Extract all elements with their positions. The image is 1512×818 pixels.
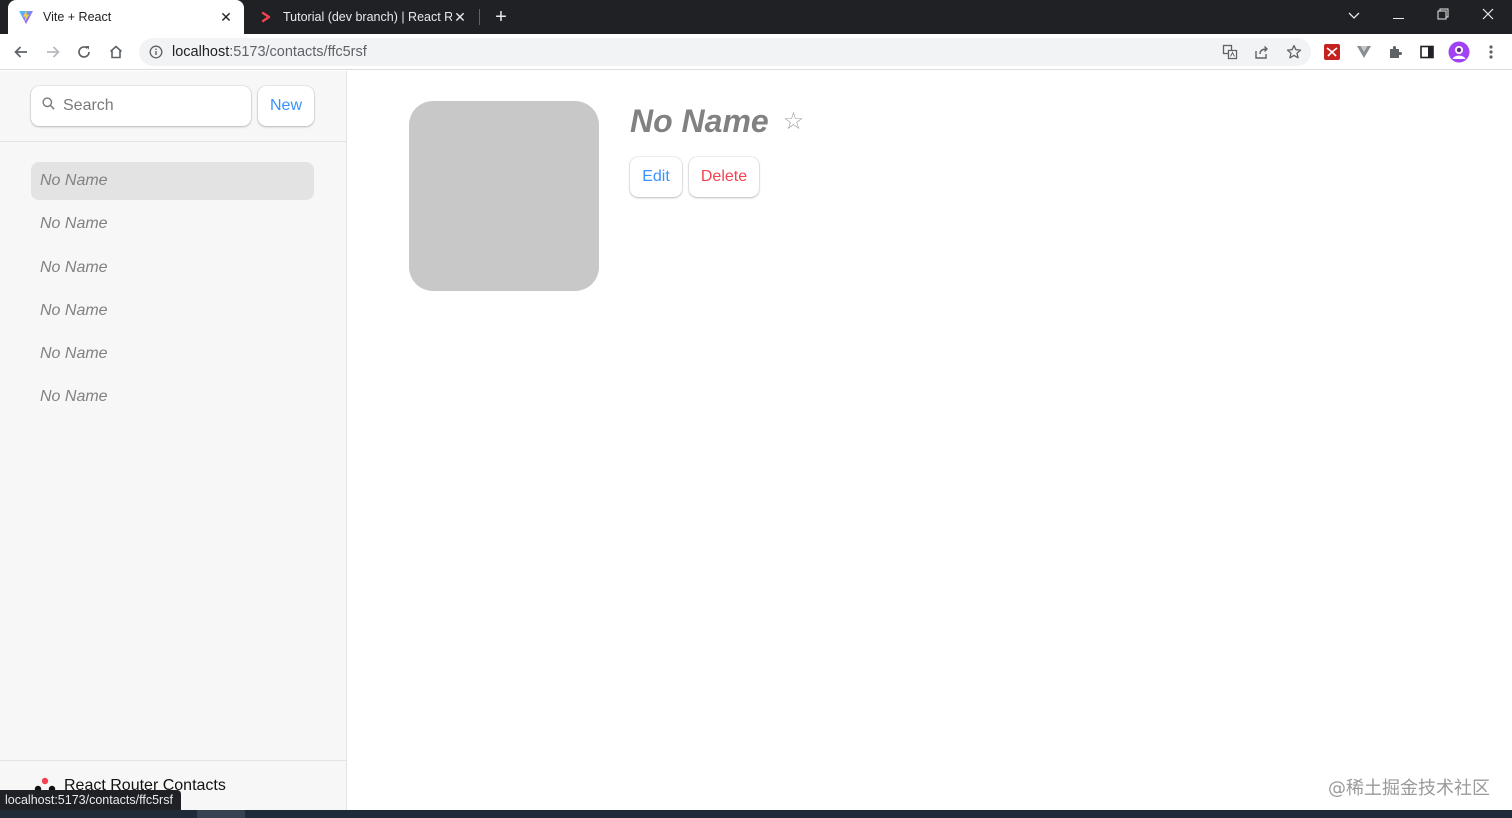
url-text: localhost:5173/contacts/ffc5rsf [172,44,367,60]
menu-kebab-icon[interactable] [1480,41,1502,63]
contact-name: No Name [630,103,769,139]
tab-separator [479,9,480,25]
url-host: localhost [172,44,230,60]
contact-list-item-name: No Name [40,301,108,319]
os-taskbar [0,810,1512,818]
contact-list-item[interactable]: No Name [31,292,314,330]
contact-avatar [409,101,599,291]
profile-avatar[interactable] [1448,41,1470,63]
home-icon[interactable] [102,38,130,66]
favorite-star-icon[interactable]: ☆ [783,107,805,136]
tab-search-icon[interactable] [1332,0,1376,30]
new-contact-button[interactable]: New [258,86,314,126]
search-form[interactable] [31,86,251,126]
share-icon[interactable] [1250,40,1274,64]
search-row: New [0,71,346,142]
contact-list-item-name: No Name [40,172,108,189]
browser-tab-strip: Vite + React ✕ Tutorial (dev branch) | R… [0,0,1512,34]
contact-name-heading: No Name ☆ [630,103,804,140]
contact-list-item-name: No Name [40,388,108,406]
contact-list-item-name: No Name [40,345,108,363]
search-icon [42,97,55,115]
bookmark-star-icon[interactable] [1282,40,1306,64]
contact-list-item-name: No Name [40,215,108,233]
extension-v-icon[interactable] [1353,41,1375,63]
tab-title: Tutorial (dev branch) | React Router [283,10,452,24]
contact-list-item[interactable]: No Name [31,335,314,373]
close-icon[interactable]: ✕ [218,9,234,25]
back-arrow-icon[interactable] [7,38,35,66]
tab-vite-react[interactable]: Vite + React ✕ [8,0,244,34]
extension-red-icon[interactable] [1321,41,1343,63]
contact-list-item-name: No Name [40,258,108,276]
restore-icon[interactable] [1421,0,1465,30]
url-path: :5173/contacts/ffc5rsf [229,44,367,60]
contact-list-item[interactable]: No Name [31,205,314,243]
tab-tutorial[interactable]: Tutorial (dev branch) | React Router ✕ [250,0,476,34]
react-router-icon [258,9,274,25]
contact-list-item[interactable]: No Name [31,378,314,416]
status-url-bubble: localhost:5173/contacts/ffc5rsf [0,790,181,810]
forward-arrow-icon[interactable] [39,38,67,66]
contact-list: No Name No Name No Name No Name No Name No Na… [31,162,314,422]
contact-list-item[interactable]: No Name [31,162,314,200]
contact-detail: No Name ☆ Edit Delete [347,71,1512,810]
vite-icon [18,9,34,25]
minimize-icon[interactable] [1377,0,1421,30]
delete-button[interactable]: Delete [689,157,759,197]
close-window-icon[interactable] [1466,0,1510,30]
watermark: @稀土掘金技术社区 [1328,778,1490,799]
edit-button[interactable]: Edit [630,157,682,197]
tab-title: Vite + React [43,10,112,24]
sidebar: New No NameNo NameNo NameNo NameNo NameN… [0,71,347,810]
taskbar-item[interactable] [197,810,245,818]
translate-icon[interactable] [1218,40,1242,64]
extensions-puzzle-icon[interactable] [1385,41,1407,63]
new-tab-icon[interactable]: + [490,5,512,29]
site-info-icon[interactable] [149,45,163,59]
reload-icon[interactable] [70,38,98,66]
search-input[interactable] [63,97,233,115]
address-bar[interactable]: localhost:5173/contacts/ffc5rsf [139,38,1311,66]
close-icon[interactable]: ✕ [452,9,468,25]
contact-list-item[interactable]: No Name [31,249,314,287]
browser-toolbar: localhost:5173/contacts/ffc5rsf [0,34,1512,70]
side-panel-icon[interactable] [1416,41,1438,63]
